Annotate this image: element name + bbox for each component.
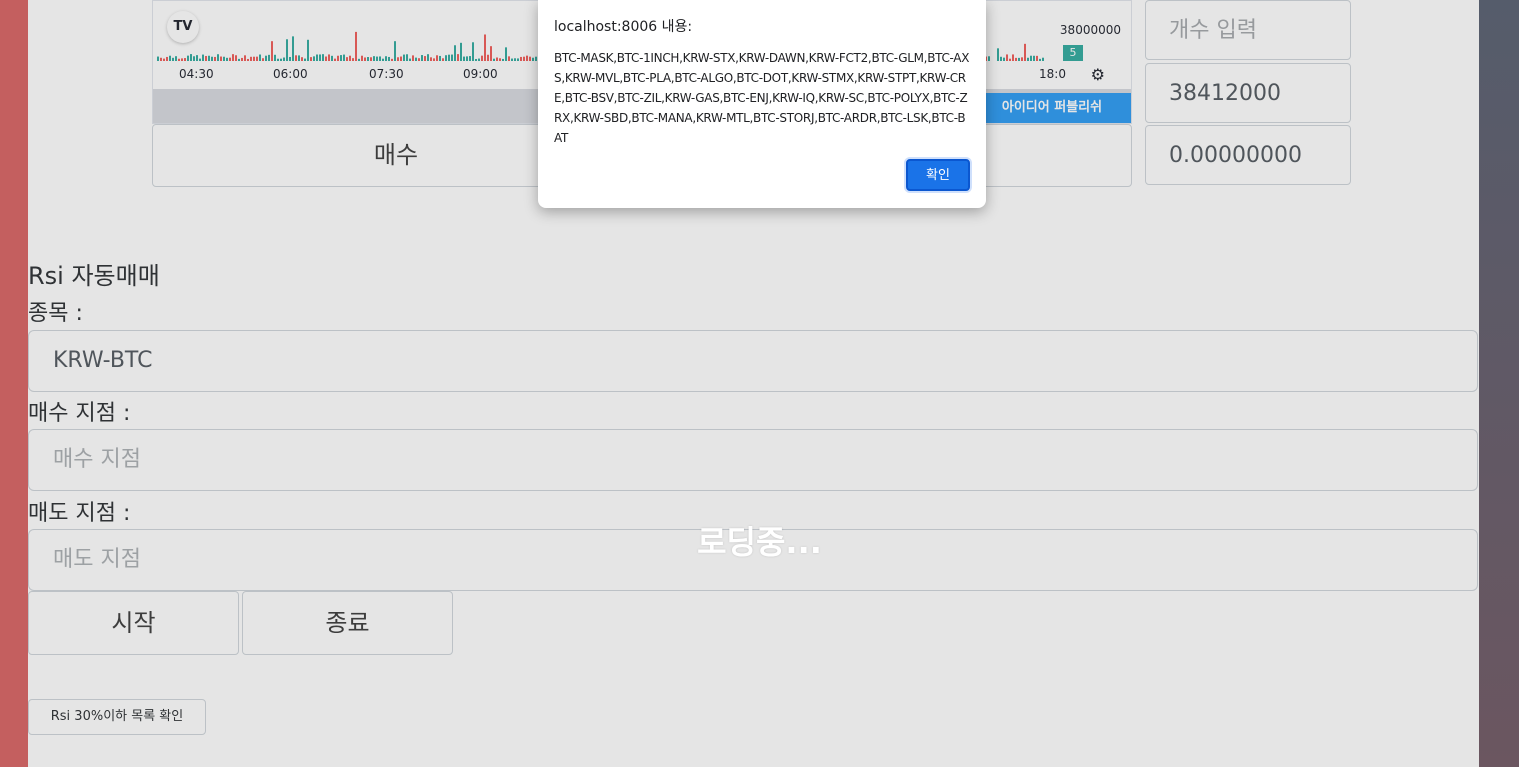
dialog-message: BTC-MASK,BTC-1INCH,KRW-STX,KRW-DAWN,KRW-… <box>554 51 970 145</box>
dialog-ok-button[interactable]: 확인 <box>906 159 970 191</box>
loading-text: 로딩중... <box>697 523 822 561</box>
background-right <box>1479 0 1519 767</box>
dialog-title: localhost:8006 내용: <box>554 19 693 35</box>
background-left <box>0 0 28 767</box>
alert-dialog: localhost:8006 내용: BTC-MASK,BTC-1INCH,KR… <box>538 0 986 208</box>
